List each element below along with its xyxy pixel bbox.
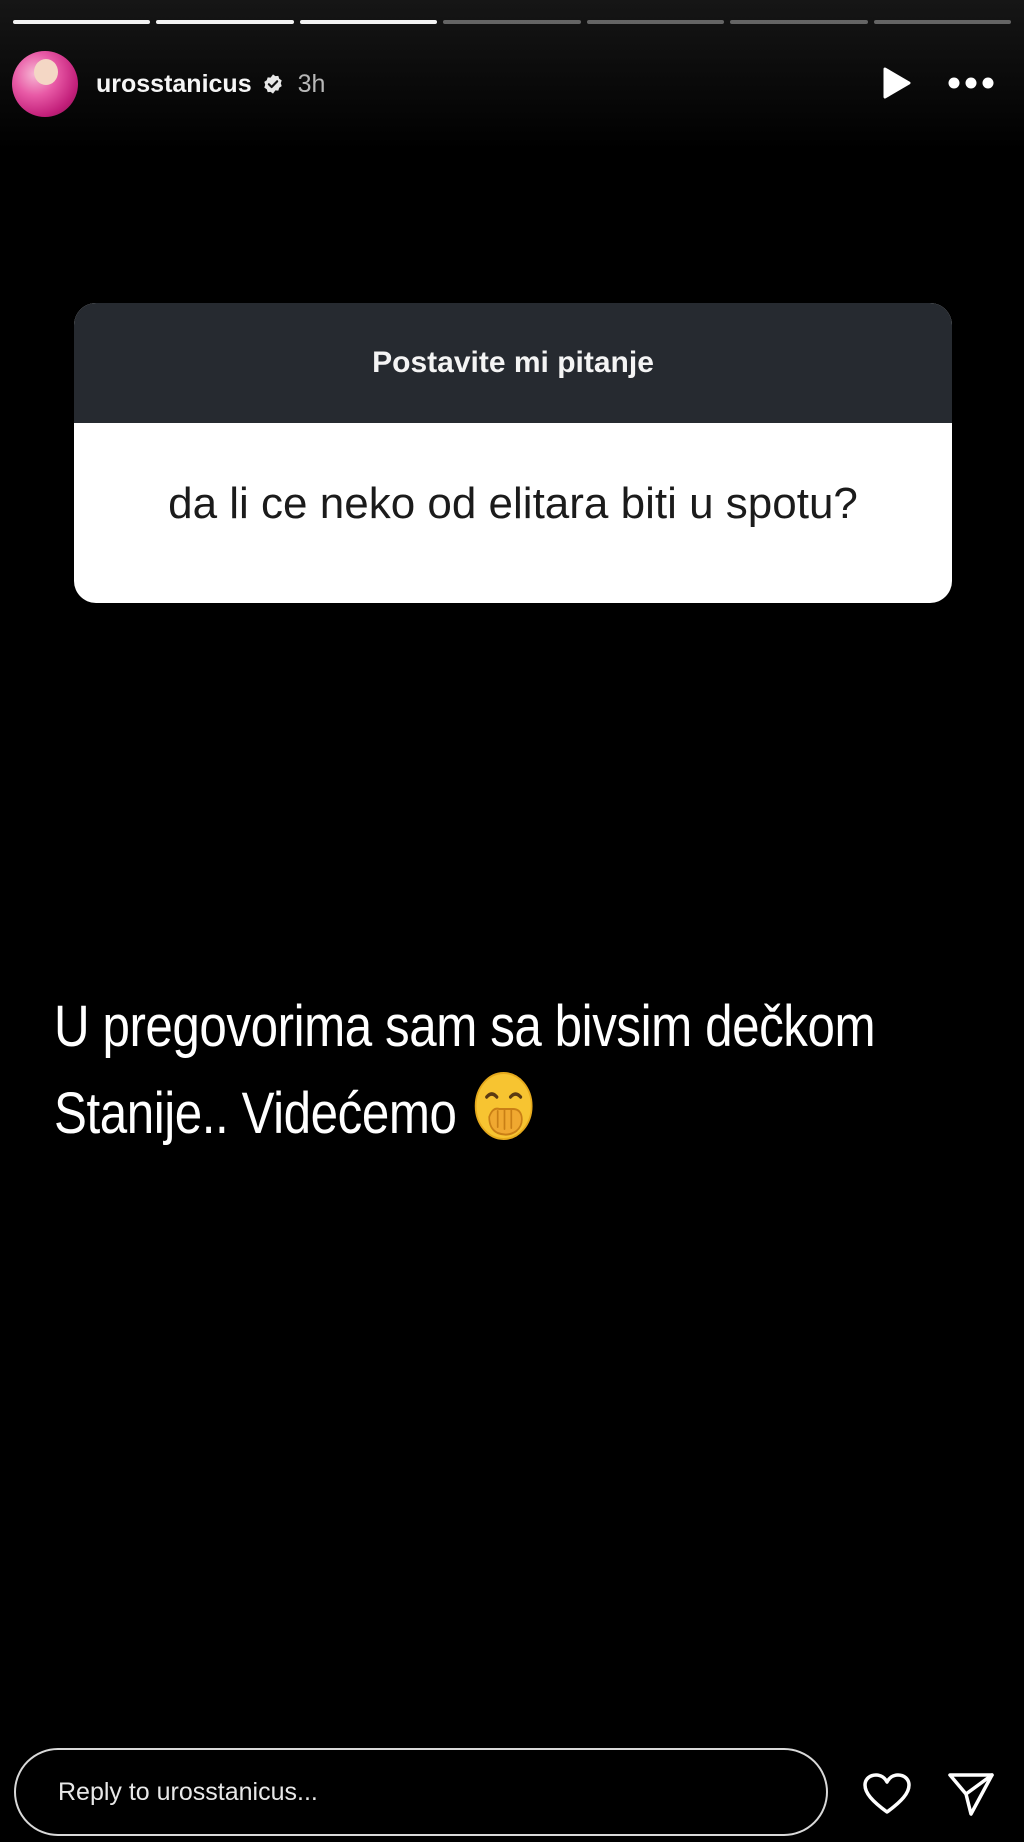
progress-segment	[156, 20, 294, 24]
story-progress-bar	[13, 20, 1011, 24]
progress-segment	[586, 20, 725, 24]
progress-segment	[443, 20, 581, 24]
question-sticker-title: Postavite mi pitanje	[74, 303, 952, 423]
question-text: da li ce neko od elitara biti u spotu?	[168, 479, 858, 528]
face-with-hand-over-mouth-emoji-icon	[474, 1072, 533, 1140]
progress-segment	[13, 20, 151, 24]
verified-badge-icon	[263, 74, 282, 94]
reply-input[interactable]	[14, 1748, 828, 1836]
avatar[interactable]	[12, 51, 78, 117]
more-options-icon[interactable]	[948, 70, 994, 96]
progress-segment	[873, 20, 1011, 24]
post-time: 3h	[297, 69, 326, 98]
answer-line-2: Stanije.. Videćemo	[54, 1069, 853, 1156]
answer-line-2-text: Stanije.. Videćemo	[54, 1081, 457, 1146]
progress-segment	[299, 20, 438, 24]
answer-line-1: U pregovorima sam sa bivsim dečkom	[54, 994, 876, 1059]
story-header: urosstanicus 3h	[12, 50, 325, 118]
username[interactable]: urosstanicus	[96, 70, 252, 99]
send-icon[interactable]	[946, 1770, 996, 1818]
progress-segment	[730, 20, 868, 24]
heart-icon[interactable]	[862, 1772, 912, 1816]
play-icon[interactable]	[880, 66, 912, 100]
question-sticker: Postavite mi pitanje da li ce neko od el…	[74, 303, 952, 603]
answer-text: U pregovorima sam sa bivsim dečkom Stani…	[54, 985, 876, 1156]
